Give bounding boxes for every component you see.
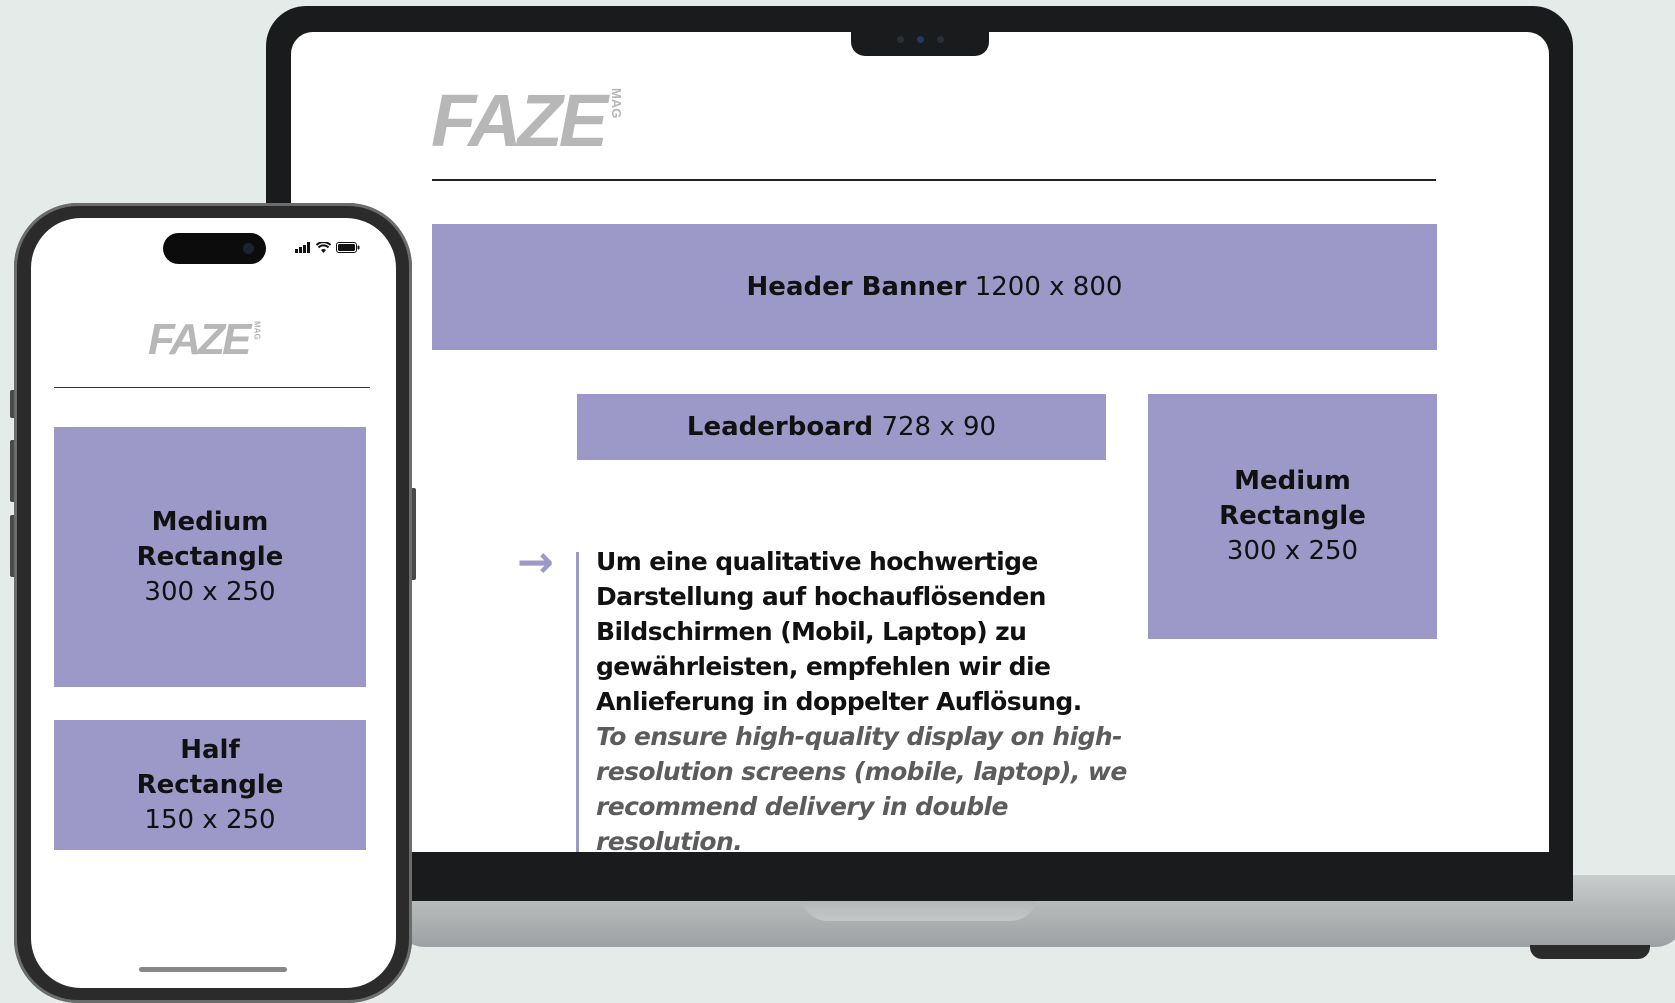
header-banner-size: 1200 x 800 (974, 272, 1123, 302)
mobile-medium-rectangle-label-1: Medium (151, 506, 269, 537)
mobile-half-rectangle-slot: Half Rectangle 150 x 250 (54, 720, 366, 850)
mobile-medium-rectangle-size: 300 x 250 (144, 576, 276, 607)
medium-rectangle-label-1: Medium (1234, 466, 1351, 496)
phone-screen: FAZE MAG Medium Rectangle 300 x 250 Half… (31, 218, 396, 988)
note-en-line: To ensure high-quality display on high- (596, 722, 1122, 751)
laptop-foot (1530, 945, 1650, 959)
wifi-icon (316, 242, 331, 253)
faze-logo: FAZE MAG (431, 79, 625, 162)
header-banner-slot: Header Banner 1200 x 800 (432, 224, 1437, 350)
camera-dot (937, 36, 944, 43)
camera-dot (897, 36, 904, 43)
medium-rectangle-slot: Medium Rectangle 300 x 250 (1148, 394, 1437, 639)
home-indicator[interactable] (139, 967, 287, 972)
note-en-line: recommend delivery in double resolution. (596, 792, 1008, 852)
logo-wordmark: FAZE (431, 79, 608, 162)
battery-icon (336, 242, 360, 253)
mobile-medium-rectangle-label-2: Rectangle (136, 541, 284, 572)
mobile-header-divider (54, 387, 370, 388)
signal-icon (295, 242, 310, 253)
laptop-camera-notch (851, 30, 989, 56)
mobile-half-rectangle-size: 150 x 250 (144, 804, 276, 835)
status-bar (295, 242, 360, 253)
mobile-half-rectangle-label-2: Rectangle (136, 769, 284, 800)
leaderboard-slot: Leaderboard 728 x 90 (577, 394, 1106, 460)
header-banner-label: Header Banner (746, 272, 967, 302)
leaderboard-label: Leaderboard (686, 412, 874, 442)
mobile-half-rectangle-label-1: Half (180, 734, 240, 765)
arrow-right-icon: → (517, 537, 554, 588)
resolution-note: Um eine qualitative hochwertige Darstell… (596, 544, 1156, 852)
note-de-line: Um eine qualitative hochwertige (596, 547, 1038, 576)
note-de-line: Bildschirmen (Mobil, Laptop) zu (596, 617, 1027, 646)
medium-rectangle-size: 300 x 250 (1226, 536, 1359, 566)
medium-rectangle-label-2: Rectangle (1219, 501, 1366, 531)
note-en-line: resolution screens (mobile, laptop), we (596, 757, 1127, 786)
mobile-medium-rectangle-slot: Medium Rectangle 300 x 250 (54, 427, 366, 687)
logo-suffix: MAG (609, 88, 625, 119)
camera-lens-icon (917, 36, 924, 43)
logo-wordmark: FAZE (148, 315, 251, 364)
note-de-line: Anlieferung in doppelter Auflösung. (596, 687, 1082, 716)
header-divider (432, 179, 1436, 181)
laptop-screen: FAZE MAG Header Banner 1200 x 800 Leader… (291, 32, 1549, 852)
note-de-line: Darstellung auf hochauflösenden (596, 582, 1046, 611)
logo-suffix: MAG (252, 321, 262, 340)
note-accent-bar (576, 552, 579, 852)
leaderboard-size: 728 x 90 (881, 412, 997, 442)
note-de-line: gewährleisten, empfehlen wir die (596, 652, 1051, 681)
faze-logo-mobile: FAZE MAG (148, 315, 262, 364)
front-camera-icon (243, 243, 254, 254)
